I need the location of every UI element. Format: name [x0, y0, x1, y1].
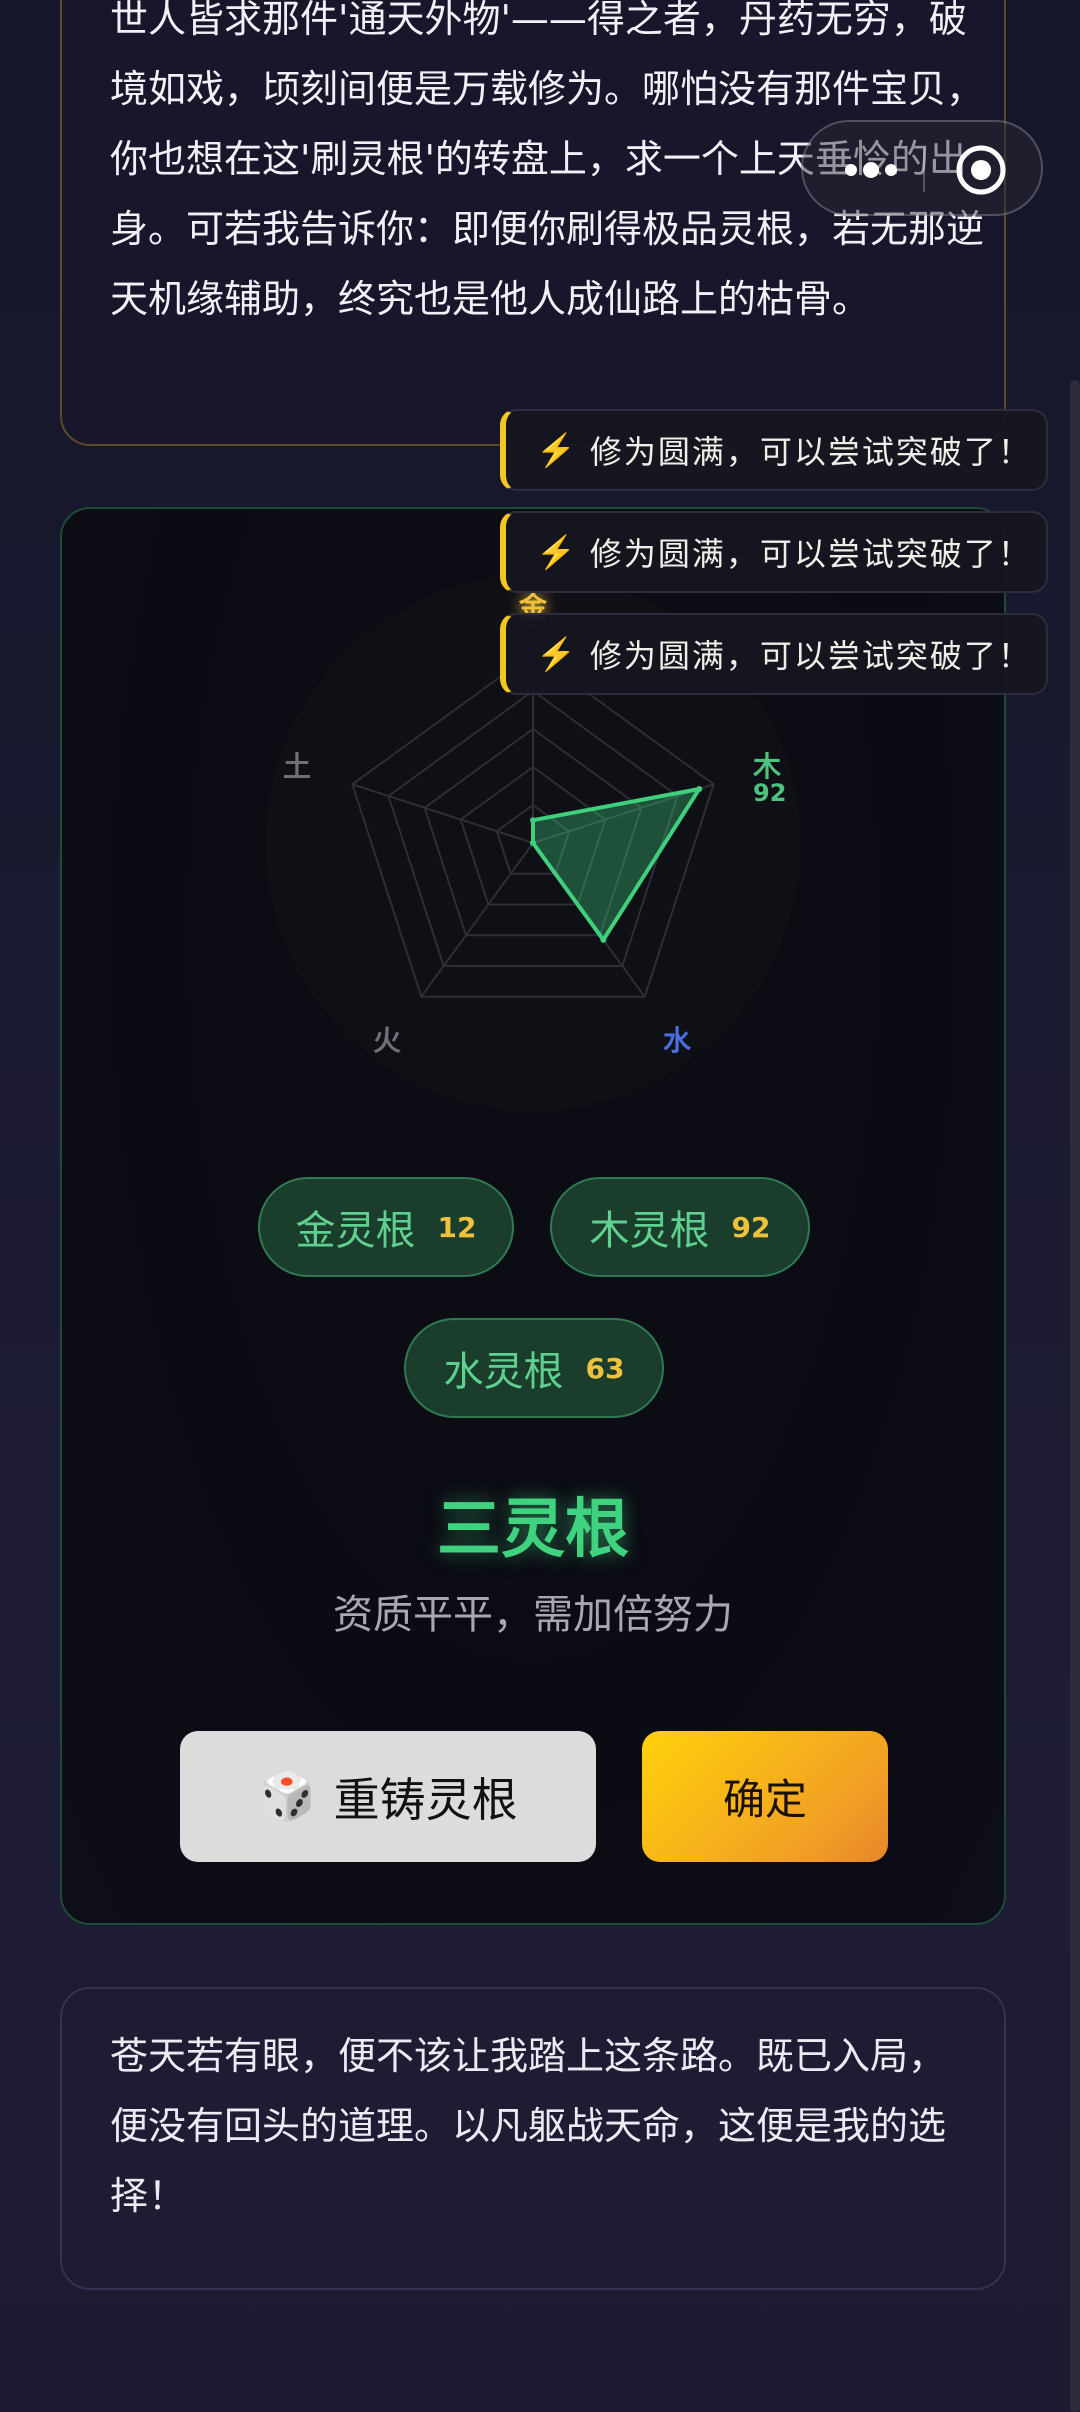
more-dots-icon[interactable]	[837, 150, 917, 190]
dice-icon: 🎲	[258, 1769, 316, 1823]
confirm-button[interactable]: 确定	[642, 1731, 888, 1862]
reroll-button[interactable]: 🎲 重铸灵根	[180, 1731, 596, 1862]
root-pill-jin: 金灵根 12	[258, 1177, 514, 1277]
quote-card: 苍天若有眼，便不该让我踏上这条路。既已入局，便没有回头的道理。以凡躯战天命，这便…	[60, 1987, 1006, 2290]
root-value: 92	[731, 1210, 771, 1244]
root-name: 木灵根	[589, 1208, 710, 1254]
scrollbar[interactable]	[1070, 380, 1080, 2412]
reroll-label: 重铸灵根	[333, 1772, 518, 1827]
radar-point-2	[600, 936, 607, 943]
axis-label-shui: 水	[663, 1024, 692, 1057]
target-close-icon[interactable]	[953, 142, 1009, 198]
lightning-icon: ⚡	[536, 431, 578, 469]
root-pill-mu: 木灵根 92	[550, 1177, 810, 1277]
toast-notification[interactable]: ⚡ 修为圆满，可以尝试突破了！	[500, 511, 1048, 593]
toast-notification[interactable]: ⚡ 修为圆满，可以尝试突破了！	[500, 409, 1048, 491]
toast-text: 修为圆满，可以尝试突破了！	[589, 535, 1032, 573]
miniprogram-capsule	[801, 120, 1043, 216]
axis-label-tu: 土	[283, 750, 312, 783]
lightning-icon: ⚡	[536, 635, 578, 673]
toast-text: 修为圆满，可以尝试突破了！	[589, 637, 1032, 675]
radar-point-4	[530, 840, 536, 846]
toast-text: 修为圆满，可以尝试突破了！	[589, 433, 1032, 471]
axis-value-mu: 92	[753, 779, 787, 807]
capsule-divider	[923, 148, 925, 192]
root-value: 12	[437, 1210, 477, 1244]
axis-label-huo: 火	[373, 1024, 402, 1057]
toast-notification[interactable]: ⚡ 修为圆满，可以尝试突破了！	[500, 613, 1048, 695]
root-rank-desc: 资质平平，需加倍努力	[333, 1592, 733, 1638]
intro-card: 世人皆求那件'通天外物'——得之者，丹药无穷，破境如戏，顷刻间便是万载修为。哪怕…	[60, 0, 1006, 446]
root-rank-title: 三灵根	[437, 1493, 629, 1567]
root-name: 金灵根	[295, 1208, 416, 1254]
root-value: 63	[585, 1351, 625, 1385]
lightning-icon: ⚡	[536, 533, 578, 571]
radar-point-0	[530, 817, 536, 824]
root-pill-shui: 水灵根 63	[404, 1318, 664, 1418]
root-name: 水灵根	[443, 1349, 564, 1395]
radar-point-1	[696, 785, 703, 792]
quote-text: 苍天若有眼，便不该让我踏上这条路。既已入局，便没有回头的道理。以凡躯战天命，这便…	[110, 2034, 947, 2218]
